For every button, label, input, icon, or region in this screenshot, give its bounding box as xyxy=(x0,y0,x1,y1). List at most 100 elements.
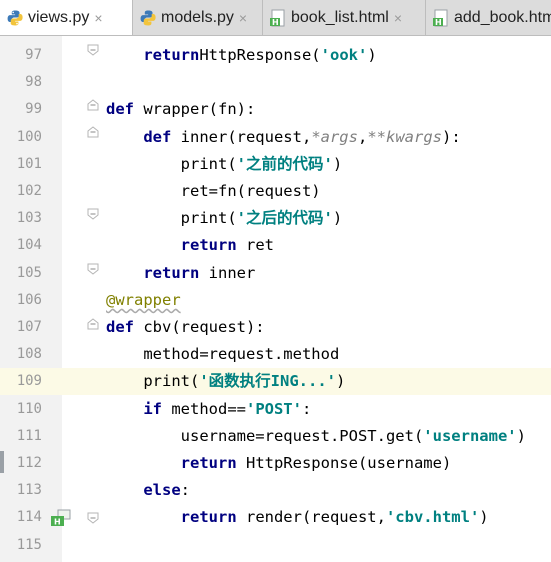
code-token: print( xyxy=(180,154,237,173)
code-line[interactable]: 99 def wrapper(fn): xyxy=(0,96,551,123)
code-text: print('函数执行ING...') xyxy=(106,368,345,395)
line-number: 101 xyxy=(16,155,42,172)
code-token: cbv(request): xyxy=(143,318,265,336)
line-number: 99 xyxy=(25,101,42,118)
line-number: 109 xyxy=(16,373,42,390)
fold-end-icon[interactable] xyxy=(87,512,99,524)
code-token: '之后的代码' xyxy=(236,209,333,228)
code-line[interactable]: 107 def cbv(request): xyxy=(0,314,551,341)
code-token: ): xyxy=(441,127,461,146)
code-text: return render(request,'cbv.html') xyxy=(106,504,489,531)
code-line[interactable]: 110 if method=='POST': xyxy=(0,396,551,423)
code-text: def cbv(request): xyxy=(106,314,265,341)
code-line[interactable]: 108 method=request.method xyxy=(0,341,551,368)
line-number: 115 xyxy=(16,536,42,553)
code-token: 'ook' xyxy=(320,46,368,64)
line-number: 106 xyxy=(16,291,42,308)
html-template-marker-icon[interactable]: H xyxy=(50,509,74,527)
close-icon[interactable]: × xyxy=(94,10,102,26)
html-file-icon: H xyxy=(270,9,285,27)
code-line[interactable]: 100 def inner(request,*args,**kwargs): xyxy=(0,124,551,151)
editor-tab-bar: views.py × models.py × H book_list.html … xyxy=(0,0,551,36)
code-token: inner(request, xyxy=(180,127,312,146)
fold-start-icon[interactable] xyxy=(87,126,99,138)
fold-end-icon[interactable] xyxy=(87,208,99,220)
code-token: 'cbv.html' xyxy=(385,508,480,527)
line-number: 111 xyxy=(16,427,42,444)
code-token: ) xyxy=(332,209,343,228)
code-line[interactable]: 103 print('之后的代码') xyxy=(0,205,551,232)
tab-book-list-html[interactable]: H book_list.html × xyxy=(263,0,426,35)
tab-models-py[interactable]: models.py × xyxy=(133,0,263,35)
code-line[interactable]: 111 username=request.POST.get('username'… xyxy=(0,423,551,450)
code-token: return xyxy=(143,263,209,282)
code-token: : xyxy=(180,481,190,500)
code-token: ret=fn(request) xyxy=(180,182,321,200)
code-line[interactable]: 105 return inner xyxy=(0,260,551,287)
code-token: def xyxy=(106,318,144,336)
code-token: ) xyxy=(367,46,377,64)
code-token: '之前的代码' xyxy=(236,154,333,173)
code-line[interactable]: 101 print('之前的代码') xyxy=(0,151,551,178)
fold-end-icon[interactable] xyxy=(87,44,99,56)
fold-start-icon[interactable] xyxy=(87,99,99,111)
code-line[interactable]: 106 @wrapper xyxy=(0,287,551,314)
code-line[interactable]: 104 return ret xyxy=(0,232,551,259)
code-line[interactable]: 109 print('函数执行ING...') xyxy=(0,368,551,396)
line-number: 97 xyxy=(25,47,42,63)
code-token: ) xyxy=(335,372,346,391)
tab-label: models.py xyxy=(161,8,234,26)
code-text: return ret xyxy=(106,232,274,259)
code-token: '函数执行ING...' xyxy=(199,372,336,391)
fold-end-icon[interactable] xyxy=(87,263,99,275)
code-text: username=request.POST.get('username') xyxy=(106,423,526,450)
line-number: 103 xyxy=(16,210,42,227)
python-file-icon xyxy=(140,10,156,25)
line-number: 104 xyxy=(16,237,42,254)
code-token: print( xyxy=(180,209,237,228)
close-icon[interactable]: × xyxy=(394,10,402,26)
code-token: def xyxy=(106,100,144,119)
code-token: def xyxy=(143,127,181,146)
fold-start-icon[interactable] xyxy=(87,318,99,330)
line-number: 102 xyxy=(16,183,42,199)
code-line[interactable]: 98 xyxy=(0,69,551,96)
code-token: ) xyxy=(516,426,526,445)
html-file-icon: H xyxy=(433,9,448,27)
code-text: print('之后的代码') xyxy=(106,205,343,232)
code-token: if xyxy=(143,399,172,418)
code-line[interactable]: 114 return render(request,'cbv.html') xyxy=(0,504,551,531)
code-line[interactable]: 102 ret=fn(request) xyxy=(0,178,551,205)
code-text: print('之前的代码') xyxy=(106,151,343,178)
close-icon[interactable]: × xyxy=(239,10,247,26)
tab-add-book-html[interactable]: H add_book.html xyxy=(426,0,551,35)
code-token: ret xyxy=(245,236,274,255)
code-line[interactable]: 97 returnHttpResponse('ook') xyxy=(0,42,551,69)
scroll-marker[interactable] xyxy=(0,451,4,473)
code-text: @wrapper xyxy=(106,287,181,314)
code-text: def inner(request,*args,**kwargs): xyxy=(106,124,461,151)
tab-views-py[interactable]: views.py × xyxy=(0,0,133,35)
code-token: ) xyxy=(332,154,343,173)
code-line[interactable]: 112 return HttpResponse(username) xyxy=(0,450,551,477)
code-token: render(request, xyxy=(245,508,386,527)
code-token: username=request.POST.get( xyxy=(180,426,424,445)
line-number: 108 xyxy=(16,346,42,363)
code-editor[interactable]: 97 returnHttpResponse('ook') 98 99 def wrap… xyxy=(0,36,551,562)
line-number: 112 xyxy=(16,455,42,471)
code-line[interactable]: 113 else: xyxy=(0,477,551,504)
code-line[interactable]: 115 xyxy=(0,532,551,559)
tab-label: book_list.html xyxy=(291,8,389,26)
svg-text:H: H xyxy=(435,18,442,27)
